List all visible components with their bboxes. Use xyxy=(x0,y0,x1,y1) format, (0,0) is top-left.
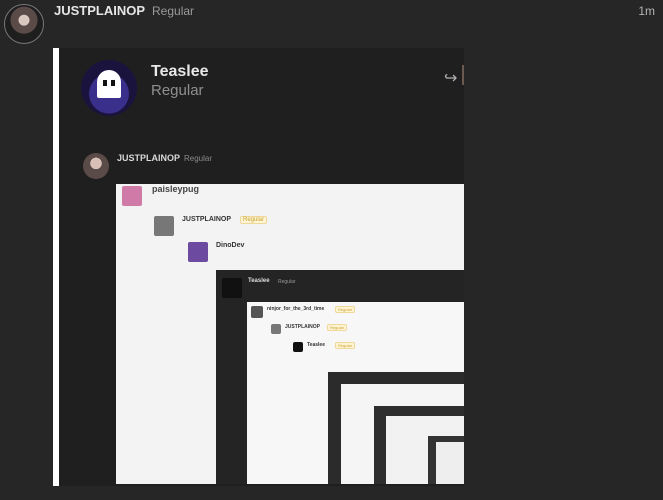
ss-avatar-6 xyxy=(271,324,281,334)
ghost-icon xyxy=(97,70,121,98)
embedded-screenshot: paisleypug JUSTPLAINOP Regular DinoDev T… xyxy=(116,184,464,484)
quote-accent-bar xyxy=(53,48,55,486)
post-timestamp[interactable]: 1m xyxy=(638,4,655,18)
ss-user-1: paisleypug xyxy=(152,184,200,194)
share-avatar xyxy=(462,65,464,85)
inner-username[interactable]: JUSTPLAINOP xyxy=(117,153,180,163)
ss-nested-white-4 xyxy=(436,442,464,484)
ghost-avatar[interactable] xyxy=(81,60,137,116)
avatar[interactable] xyxy=(4,4,44,44)
ghost-eye-left xyxy=(103,80,107,86)
quote-user-tag: Regular xyxy=(151,82,204,99)
ss-avatar-3 xyxy=(188,242,208,262)
ss-tag-7: Regular xyxy=(335,342,356,349)
ss-user-6: JUSTPLAINOP xyxy=(285,324,321,330)
ss-user-5: ninjor_for_the_3rd_time xyxy=(267,306,325,312)
ss-user-3: DinoDev xyxy=(216,242,245,249)
ss-tag-2: Regular xyxy=(240,216,268,224)
ghost-eye-right xyxy=(111,80,115,86)
ss-avatar-7 xyxy=(293,342,303,352)
ss-tag-6: Regular xyxy=(327,324,348,331)
share-icon[interactable]: ↪ xyxy=(444,68,457,88)
ss-tag-5: Regular xyxy=(335,306,356,313)
user-tag: Regular xyxy=(152,4,195,18)
ss-avatar-4 xyxy=(222,278,242,298)
inner-user-tag: Regular xyxy=(184,154,213,163)
ss-avatar-1 xyxy=(122,186,142,206)
post-header: JUSTPLAINOP Regular 1m xyxy=(0,0,663,44)
inner-avatar[interactable] xyxy=(83,153,109,179)
ss-avatar-2 xyxy=(154,216,174,236)
quote-username[interactable]: Teaslee xyxy=(151,63,209,81)
ss-avatar-5 xyxy=(251,306,263,318)
ss-user-4: Teaslee xyxy=(248,278,270,284)
ss-tag-4: Regular xyxy=(278,279,296,285)
ss-user-2: JUSTPLAINOP xyxy=(182,216,232,223)
quoted-post: Teaslee Regular ↪ JUSTPLAINOP Regular pa… xyxy=(53,48,464,486)
ss-user-7: Teaslee xyxy=(307,342,325,348)
post-username[interactable]: JUSTPLAINOP xyxy=(54,3,145,18)
